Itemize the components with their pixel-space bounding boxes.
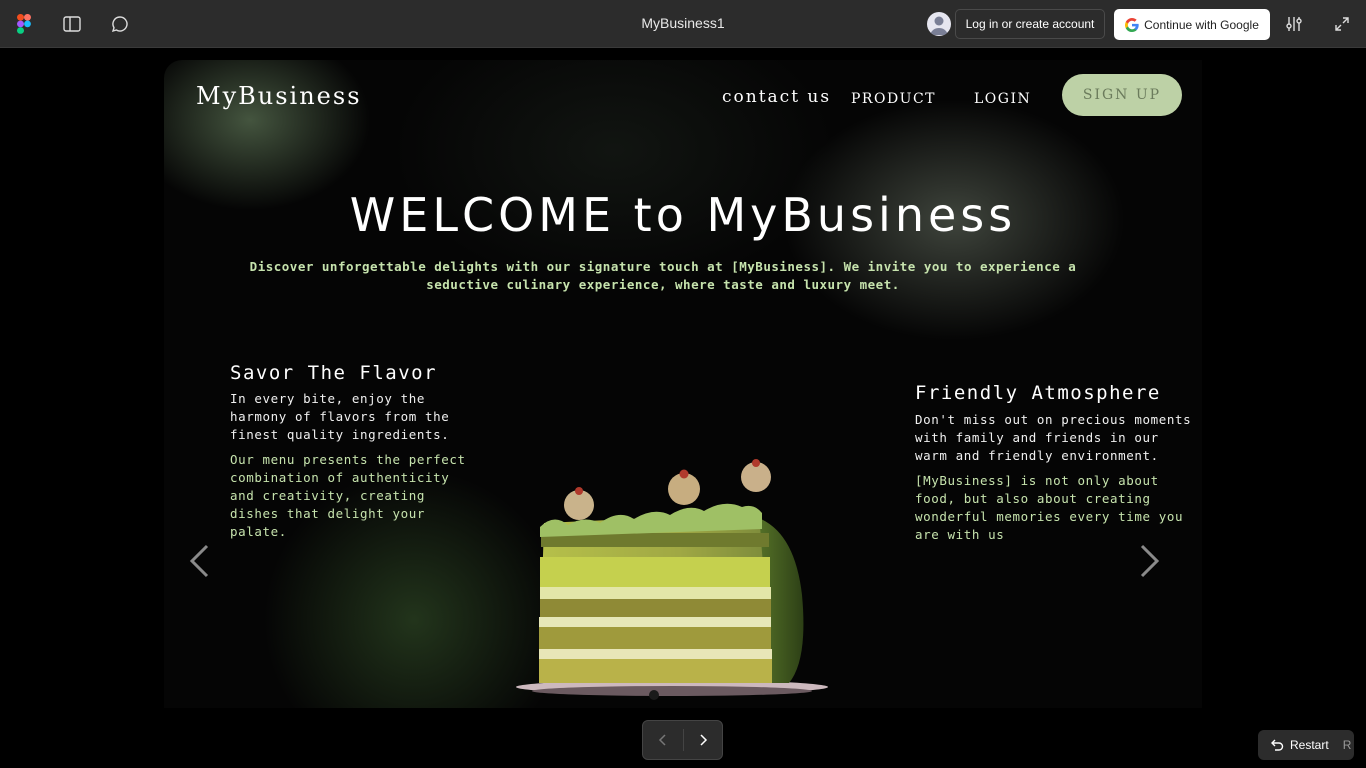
expand-icon[interactable] xyxy=(1330,12,1354,36)
restart-button[interactable]: Restart R xyxy=(1258,730,1354,760)
prototype-frame: MyBusiness contact us PRODUCT LOGIN SIGN… xyxy=(164,60,1202,708)
restart-icon xyxy=(1271,739,1284,751)
restart-shortcut-key: R xyxy=(1342,738,1352,752)
right-column-paragraph-1: Don't miss out on precious moments with … xyxy=(915,412,1192,463)
google-logo-icon xyxy=(1125,17,1139,32)
nav-login[interactable]: LOGIN xyxy=(974,91,1031,107)
restart-label: Restart xyxy=(1290,738,1329,752)
hero-subtitle: Discover unforgettable delights with our… xyxy=(249,259,1077,292)
brand-logo[interactable]: MyBusiness xyxy=(196,82,362,110)
login-create-account-button[interactable]: Log in or create account xyxy=(955,9,1105,39)
carousel-prev-arrow[interactable] xyxy=(185,543,215,579)
figma-toolbar: MyBusiness1 Log in or create account Con… xyxy=(0,0,1366,48)
continue-with-google-button[interactable]: Continue with Google xyxy=(1114,9,1270,40)
google-button-label: Continue with Google xyxy=(1144,17,1259,32)
carousel-next-arrow[interactable] xyxy=(1134,543,1164,579)
right-column-paragraph-2: [MyBusiness] is not only about food, but… xyxy=(915,473,1184,542)
left-column-paragraph-2: Our menu presents the perfect combinatio… xyxy=(230,452,466,539)
right-column-title: Friendly Atmosphere xyxy=(915,382,1161,404)
hero-title: WELCOME to MyBusiness xyxy=(349,188,1017,242)
settings-sliders-icon[interactable] xyxy=(1282,12,1306,36)
sign-up-button[interactable]: SIGN UP xyxy=(1062,74,1182,116)
prototype-pager xyxy=(642,720,723,760)
next-frame-button[interactable] xyxy=(683,721,723,759)
avatar-icon[interactable] xyxy=(927,12,951,36)
previous-frame-button[interactable] xyxy=(643,721,683,759)
cake-image xyxy=(516,459,828,700)
nav-product[interactable]: PRODUCT xyxy=(851,91,936,107)
left-column-title: Savor The Flavor xyxy=(230,362,438,384)
left-column-paragraph-1: In every bite, enjoy the harmony of flav… xyxy=(230,391,450,442)
nav-contact-us[interactable]: contact us xyxy=(722,87,831,107)
